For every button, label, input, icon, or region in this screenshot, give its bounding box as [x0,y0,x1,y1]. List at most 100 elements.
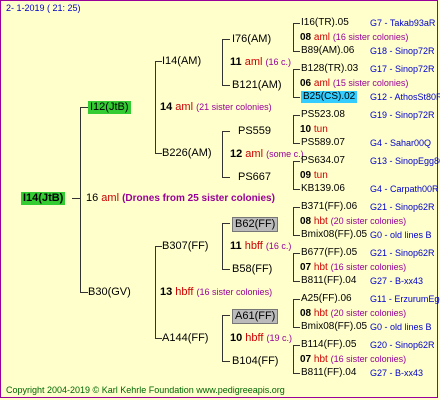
connector-line [155,153,162,154]
gen4-queen[interactable]: B677(FF).05 [301,247,357,259]
gen4-queen[interactable]: A25(FF).06 [301,293,352,305]
connector-line [293,373,300,374]
connector-line [293,299,294,327]
gen4-origin: G21 - Sinop62R [370,248,435,258]
queen-gen3[interactable]: PS667 [238,171,271,184]
i12-year: 14 aml (21 sister colonies) [160,101,272,113]
queen-a144[interactable]: A144(FF) [162,332,208,345]
connector-line [80,107,88,108]
connector-line [293,189,300,190]
gen3-year: 11 hbff (16 c.) [230,240,292,252]
gen4-queen[interactable]: PS523.08 [301,109,345,121]
gen4-drone-origin: G0 - old lines B [370,230,432,240]
gen4-drone[interactable]: Bmix08(FF).05 [301,321,367,333]
queen-gen3[interactable]: I76(AM) [232,33,271,46]
date-header: 2- 1-2019 ( 21: 25) [6,3,81,13]
connector-line [293,143,300,144]
gen4-drone[interactable]: B811(FF).04 [301,275,356,287]
connector-line [293,161,300,162]
gen3-year: 12 aml (some c.) [230,148,304,160]
connector-line [293,161,294,189]
connector-line [222,39,223,85]
connector-line [80,107,81,292]
connector-line [72,198,80,199]
connector-line [222,39,230,40]
gen4-origin: G20 - Sinop62R [370,340,435,350]
gen4-drone-origin: G4 - Sahar00Q [370,138,432,148]
connector-line [293,345,300,346]
connector-line [155,61,162,62]
gen4-origin: G7 - Takab93aR [370,18,436,28]
connector-line [222,177,230,178]
gen4-year: 08 hbt (20 sister colonies) [300,308,407,319]
queen-gen3[interactable]: PS559 [238,125,271,138]
connector-line [155,61,156,153]
connector-line [293,235,300,236]
connector-line [293,23,294,51]
gen4-drone[interactable]: KB139.06 [301,183,345,195]
queen-gen3[interactable]: B121(AM) [232,79,282,92]
connector-line [293,51,300,52]
b30-year: 13 hbff (16 sister colonies) [160,286,273,298]
gen4-queen[interactable]: B371(FF).06 [301,201,357,213]
gen4-year: 09 tun [300,170,328,181]
copyright: Copyright 2004-2019 © Karl Kehrle Founda… [6,385,285,395]
gen4-queen[interactable]: B114(FF).05 [301,339,356,351]
connector-line [293,23,300,24]
queen-gen3[interactable]: B62(FF) [232,217,279,232]
connector-line [293,253,294,281]
queen-b226[interactable]: B226(AM) [162,147,212,160]
connector-line [222,85,230,86]
gen4-origin: G19 - Sinop72R [370,110,435,120]
connector-line [222,131,230,132]
connector-line [155,246,156,338]
gen4-year: 10 tun [300,124,328,135]
connector-line [293,345,294,373]
connector-line [293,97,300,98]
connector-line [293,253,300,254]
connector-line [293,327,300,328]
gen4-drone[interactable]: B811(FF).04 [301,367,356,379]
gen4-queen[interactable]: B128(TR).03 [301,63,358,75]
gen4-drone[interactable]: Bmix08(FF).05 [301,229,367,241]
connector-line [293,69,294,97]
gen4-year: 07 hbt (16 sister colonies) [300,262,407,273]
queen-b30[interactable]: B30(GV) [88,286,131,299]
gen4-drone-origin: G0 - old lines B [370,322,432,332]
gen4-year: 08 hbt (20 sister colonies) [300,216,407,227]
gen4-queen[interactable]: PS634.07 [301,155,345,167]
gen4-drone-origin: G27 - B-xx43 [370,368,424,378]
connector-line [222,269,230,270]
gen3-year: 10 hbff (19 c.) [230,332,293,344]
gen4-year: 06 aml (15 sister colonies) [300,78,409,89]
gen4-origin: G21 - Sinop62R [370,202,435,212]
gen3-year: 11 aml (16 c.) [230,56,291,68]
gen4-drone[interactable]: B89(AM).06 [301,45,354,57]
queen-b307[interactable]: B307(FF) [162,240,208,253]
connector-line [222,361,230,362]
connector-line [155,246,162,247]
gen4-drone-origin: G4 - Carpath00R [370,184,439,194]
gen4-drone[interactable]: B25(CS).02 [301,91,358,103]
queen-gen3[interactable]: B58(FF) [232,263,272,276]
connector-line [293,281,300,282]
queen-i14[interactable]: I14(AM) [162,55,201,68]
connector-line [80,292,88,293]
queen-root[interactable]: I14(JtB) [21,192,66,205]
gen4-origin: G11 - ErzurumEgg86R [370,294,440,304]
connector-line [293,207,300,208]
gen4-drone-origin: G18 - Sinop72R [370,46,435,56]
gen4-year: 07 hbt (16 sister colonies) [300,354,407,365]
connector-line [155,338,162,339]
connector-line [222,223,230,224]
connector-line [293,115,300,116]
queen-gen3[interactable]: A61(FF) [232,309,279,324]
queen-i12[interactable]: I12(JtB) [88,101,131,114]
connector-line [293,115,294,143]
connector-line [293,299,300,300]
connector-line [222,315,223,361]
gen4-queen[interactable]: I16(TR).05 [301,17,349,29]
gen4-origin: G17 - Sinop72R [370,64,435,74]
gen4-drone[interactable]: PS589.07 [301,137,345,149]
queen-gen3[interactable]: B104(FF) [232,355,278,368]
